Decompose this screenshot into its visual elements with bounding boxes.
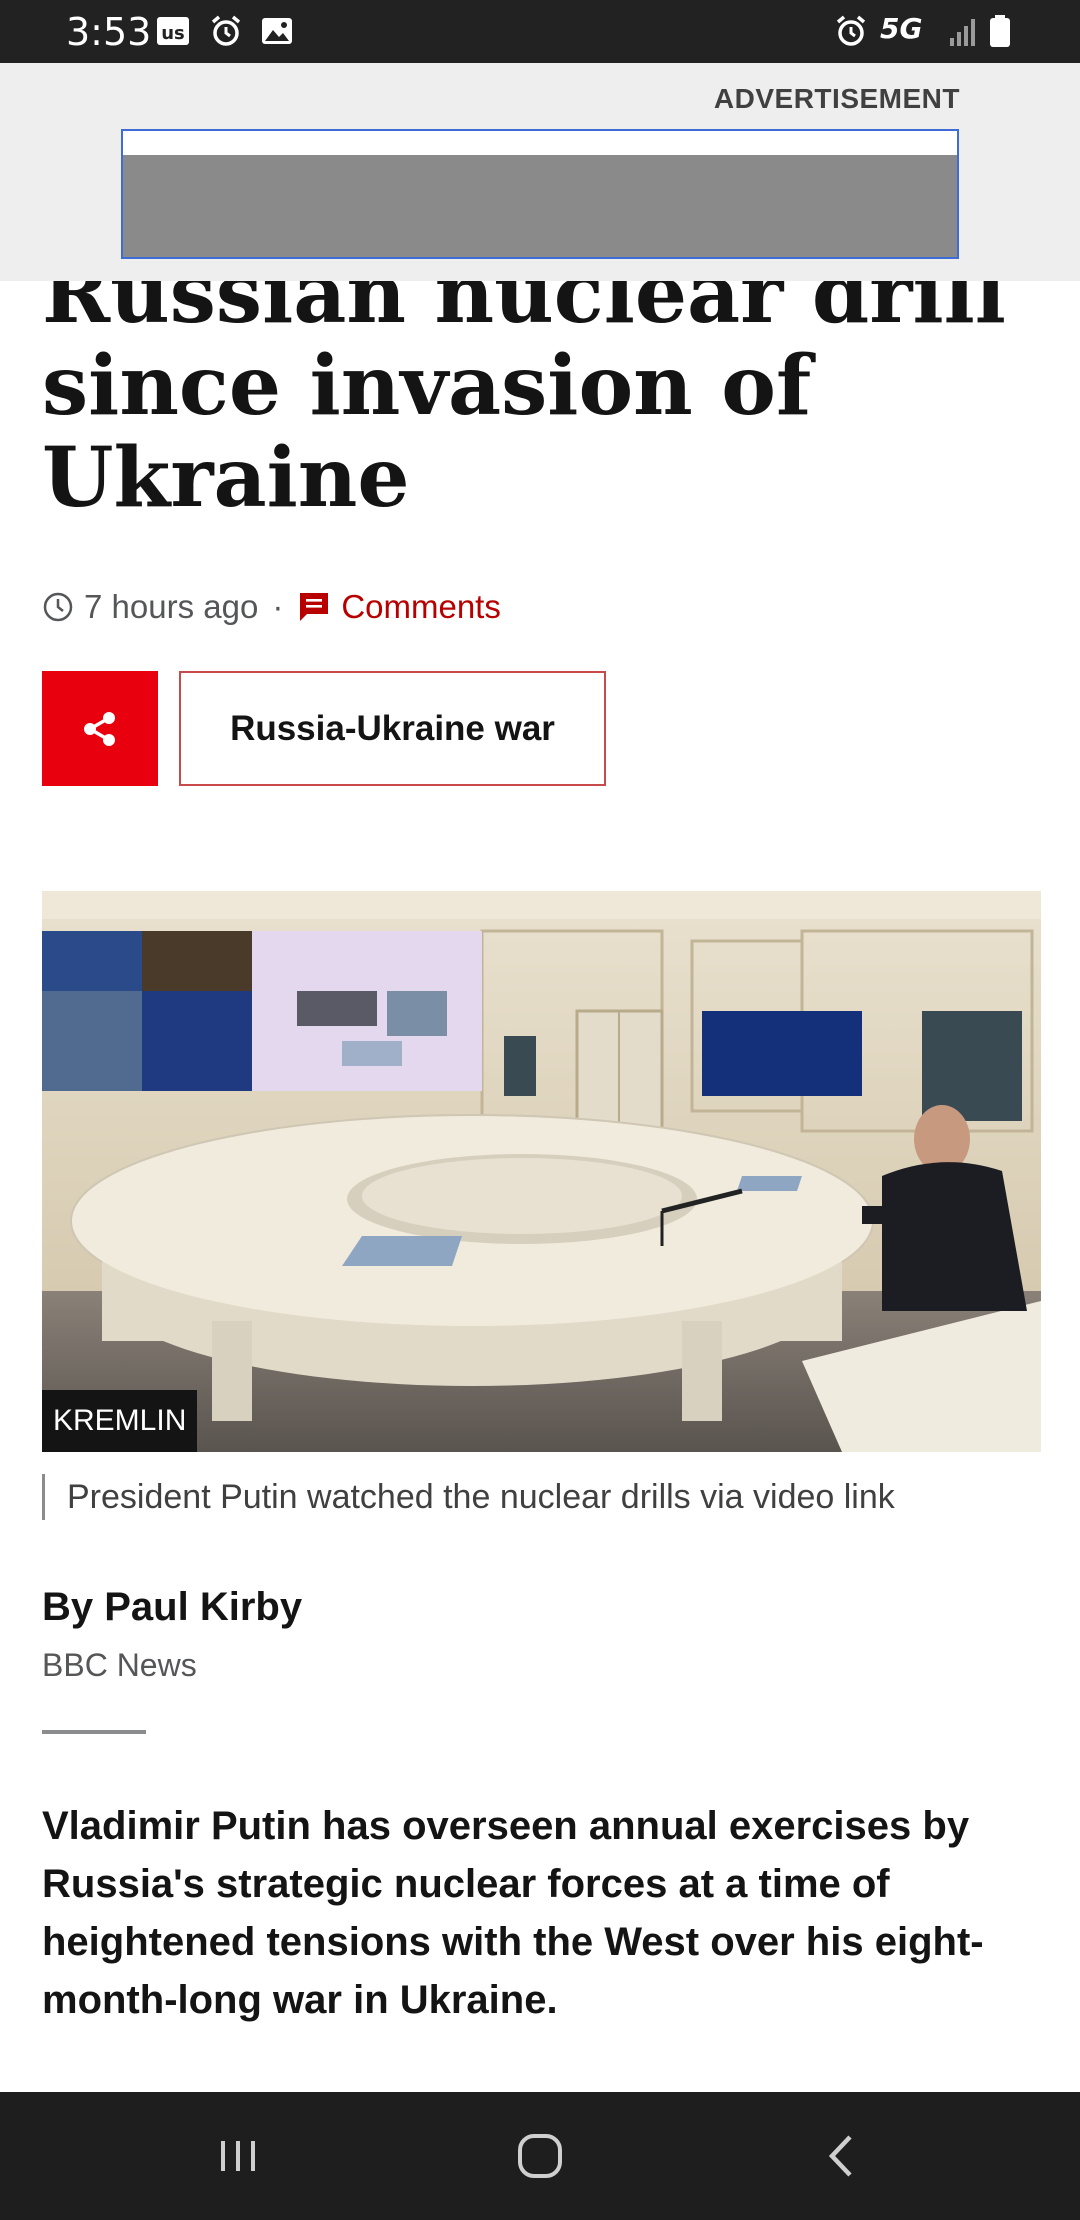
ad-placeholder [123, 155, 957, 257]
advertisement-area: ADVERTISEMENT [0, 63, 1080, 281]
byline-organization: BBC News [42, 1647, 197, 1683]
image-credit: KREMLIN [42, 1390, 198, 1452]
topic-tag-button[interactable]: Russia-Ukraine war [179, 671, 606, 786]
article-headline: Russian nuclear drill since invasion of … [42, 281, 1006, 526]
comments-link[interactable]: Comments [297, 588, 501, 626]
network-type: 5G [880, 12, 923, 45]
headline-viewport: Russian nuclear drill since invasion of … [0, 281, 1080, 551]
alarm-icon [836, 15, 866, 46]
image-caption: President Putin watched the nuclear dril… [42, 1474, 1067, 1520]
status-bar: 3:53 us 5G [0, 0, 1080, 63]
clock-icon [43, 592, 73, 622]
navigation-bar [0, 2092, 1080, 2220]
meta-separator: · [272, 588, 284, 625]
recents-icon [221, 2141, 255, 2171]
kremlin-room-photo [42, 891, 1041, 1452]
article-meta: 7 hours ago · Comments [42, 583, 501, 631]
next-paragraph-peek [42, 2074, 1042, 2092]
recents-button[interactable] [198, 2122, 278, 2190]
battery-icon [990, 15, 1010, 47]
us-badge-icon: us [157, 17, 189, 45]
status-time: 3:53 [66, 10, 152, 54]
comments-label: Comments [341, 588, 501, 625]
comment-icon [300, 593, 329, 621]
alarm-icon [211, 15, 241, 46]
signal-icon [950, 19, 975, 46]
article-time: 7 hours ago [84, 588, 259, 625]
svg-text:us: us [161, 23, 185, 44]
article-lead: Vladimir Putin has overseen annual exerc… [42, 1804, 984, 2022]
advertisement-label: ADVERTISEMENT [713, 83, 960, 114]
byline-author: By Paul Kirby [42, 1585, 303, 1629]
advertisement-banner[interactable] [121, 129, 959, 259]
article-image[interactable] [42, 891, 1041, 1452]
byline-divider [42, 1730, 146, 1734]
share-button[interactable] [42, 671, 158, 786]
back-icon [828, 2135, 852, 2177]
home-icon [518, 2134, 562, 2178]
home-button[interactable] [500, 2122, 580, 2190]
share-icon [84, 711, 115, 746]
image-icon [262, 18, 292, 44]
back-button[interactable] [802, 2122, 882, 2190]
